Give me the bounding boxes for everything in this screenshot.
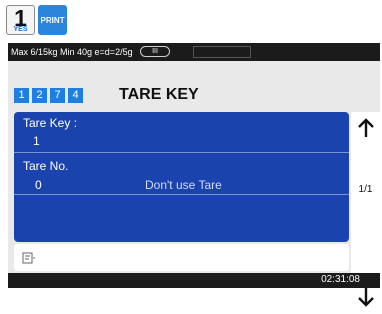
memo-icon [22,251,36,269]
clock-time: 02:31:08 [321,274,360,285]
scale-spec-text: Max 6/15kg Min 40g e=d=2/5g [11,47,133,57]
tare-key-label: Tare Key : [23,116,78,130]
menu-code-digit: 2 [32,88,47,103]
footer-bar: 02:31:08 [8,273,380,288]
menu-code-digit: 4 [68,88,83,103]
tare-no-description: Don't use Tare [145,178,222,192]
scale-screen: Max 6/15kg Min 40g e=d=2/5g III 1 2 7 4 … [8,43,380,311]
settings-panel: Tare Key : 1 Tare No. 0 Don't use Tare [14,112,349,242]
menu-code-digit: 7 [50,88,65,103]
empty-field-row [14,195,349,242]
text-input-bar[interactable] [14,244,349,271]
tare-key-value: 1 [33,134,40,148]
page-indicator: 1/1 [358,184,373,195]
tare-no-value: 0 [35,178,42,192]
accuracy-class-badge: III [140,46,170,57]
menu-code-digit: 1 [14,88,29,103]
key-1-sub-label: YES [13,26,28,33]
print-button[interactable]: PRINT [38,5,67,35]
arrow-up-icon[interactable] [351,117,380,145]
status-bar: Max 6/15kg Min 40g e=d=2/5g III [8,43,380,61]
arrow-down-icon[interactable] [351,286,380,314]
screen-title: TARE KEY [119,86,199,103]
key-1-yes-button[interactable]: 1 YES [6,5,35,35]
tare-no-label: Tare No. [23,159,69,173]
field-divider [14,152,349,153]
status-indicator-box [193,46,251,58]
